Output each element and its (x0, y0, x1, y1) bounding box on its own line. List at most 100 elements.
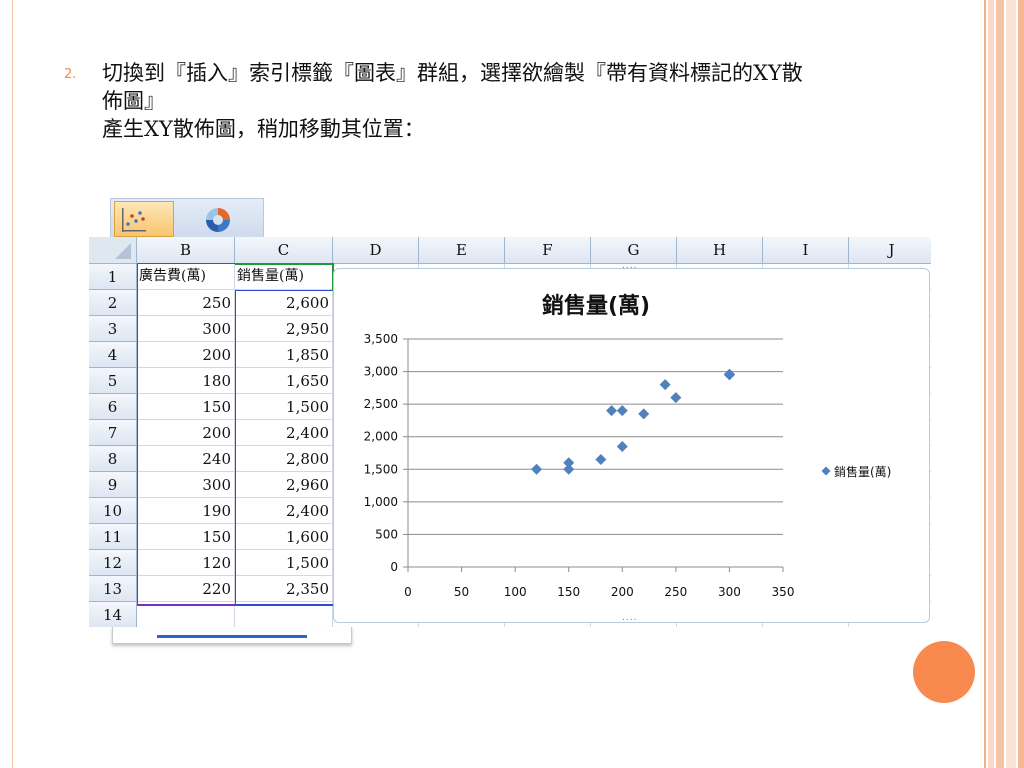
x-tick-label: 50 (454, 585, 469, 599)
slide-right-stripe (1006, 0, 1016, 768)
cell[interactable] (137, 602, 235, 627)
cell-b9[interactable]: 300 (137, 472, 235, 498)
row-header-2[interactable]: 2 (89, 290, 137, 316)
cell-b6[interactable]: 150 (137, 394, 235, 420)
column-header-j[interactable]: J (849, 237, 931, 264)
slide-right-stripe (1018, 0, 1024, 768)
x-tick-label: 250 (664, 585, 687, 599)
row-header-11[interactable]: 11 (89, 524, 137, 550)
legend-marker (821, 466, 831, 476)
cell-b8[interactable]: 240 (137, 446, 235, 472)
column-header-e[interactable]: E (419, 237, 505, 264)
scatter-chart-icon (122, 208, 146, 232)
y-tick-label: 1,000 (364, 495, 398, 509)
y-tick-label: 3,500 (364, 332, 398, 346)
y-tick-label: 3,000 (364, 365, 398, 379)
x-tick-label: 200 (611, 585, 634, 599)
row-header-4[interactable]: 4 (89, 342, 137, 368)
row-header-8[interactable]: 8 (89, 446, 137, 472)
x-tick-label: 150 (557, 585, 580, 599)
y-tick-label: 1,500 (364, 462, 398, 476)
cell[interactable] (235, 602, 333, 627)
data-point (670, 392, 682, 404)
data-point (595, 454, 607, 466)
data-point (616, 405, 628, 417)
slide-right-stripe (984, 0, 986, 768)
row-header-5[interactable]: 5 (89, 368, 137, 394)
cell-c4[interactable]: 1,850 (235, 342, 333, 368)
cell-b7[interactable]: 200 (137, 420, 235, 446)
scatter-chart-button[interactable] (114, 201, 174, 237)
cell-c13[interactable]: 2,350 (235, 576, 333, 602)
y-tick-label: 0 (390, 560, 398, 574)
column-header-h[interactable]: H (677, 237, 763, 264)
slide-left-border (0, 0, 13, 768)
row-header-6[interactable]: 6 (89, 394, 137, 420)
cell-c10[interactable]: 2,400 (235, 498, 333, 524)
cell-b10[interactable]: 190 (137, 498, 235, 524)
column-header-c[interactable]: C (235, 237, 333, 264)
row-header-13[interactable]: 13 (89, 576, 137, 602)
column-header-b[interactable]: B (137, 237, 235, 264)
cell-c6[interactable]: 1,500 (235, 394, 333, 420)
legend-label: 銷售量(萬) (834, 464, 891, 479)
select-all-corner[interactable] (89, 237, 137, 264)
cell-b12[interactable]: 120 (137, 550, 235, 576)
x-tick-label: 0 (404, 585, 412, 599)
data-point (531, 463, 543, 475)
scatter-chart[interactable]: 銷售量(萬) 0 500 1,000 1,500 2,000 2,500 3,000 3,500… (333, 261, 930, 623)
donut-chart-icon[interactable] (203, 205, 233, 235)
cell-c1[interactable]: 銷售量(萬) (235, 264, 333, 290)
y-tick-label: 500 (375, 527, 398, 541)
column-header-i[interactable]: I (763, 237, 849, 264)
row-header-7[interactable]: 7 (89, 420, 137, 446)
bullet-number: 2. (64, 67, 77, 82)
x-tick-label: 100 (504, 585, 527, 599)
cell-c7[interactable]: 2,400 (235, 420, 333, 446)
data-point (606, 405, 618, 417)
data-point (638, 408, 650, 420)
column-header-g[interactable]: G (591, 237, 677, 264)
chart-title: 銷售量(萬) (542, 293, 650, 319)
sheet-tab-strip[interactable] (112, 627, 352, 644)
cell-c2[interactable]: 2,600 (235, 290, 333, 316)
cell-b11[interactable]: 150 (137, 524, 235, 550)
y-tick-label: 2,000 (364, 430, 398, 444)
cell-b2[interactable]: 250 (137, 290, 235, 316)
instruction-line-2: 佈圖』 (102, 89, 165, 113)
chart-resize-handle-bottom[interactable]: .... (622, 613, 637, 623)
row-header-1[interactable]: 1 (89, 264, 137, 290)
data-point (616, 440, 628, 452)
ribbon-chart-group (110, 198, 264, 240)
row-header-10[interactable]: 10 (89, 498, 137, 524)
cell-b3[interactable]: 300 (137, 316, 235, 342)
instruction-line-1: 切換到『插入』索引標籤『圖表』群組，選擇欲繪製『帶有資料標記的XY散 (102, 61, 803, 85)
cell-b1[interactable]: 廣告費(萬) (137, 264, 235, 290)
chart-resize-handle-top[interactable]: .... (622, 261, 637, 271)
data-point (563, 457, 575, 469)
cell-c5[interactable]: 1,650 (235, 368, 333, 394)
x-tick-label: 300 (718, 585, 741, 599)
data-point (723, 368, 735, 380)
cell-b5[interactable]: 180 (137, 368, 235, 394)
column-header-d[interactable]: D (333, 237, 419, 264)
x-tick-label: 350 (772, 585, 795, 599)
cell-b4[interactable]: 200 (137, 342, 235, 368)
instruction-paragraph: 切換到『插入』索引標籤『圖表』群組，選擇欲繪製『帶有資料標記的XY散 佈圖』 產… (102, 59, 972, 143)
row-header-3[interactable]: 3 (89, 316, 137, 342)
cell-c11[interactable]: 1,600 (235, 524, 333, 550)
corner-triangle-icon (115, 243, 131, 259)
chart-canvas: 銷售量(萬)05001,0001,5002,0002,5003,0003,500… (364, 293, 892, 599)
cell-c8[interactable]: 2,800 (235, 446, 333, 472)
row-header-12[interactable]: 12 (89, 550, 137, 576)
slide-right-stripe (996, 0, 1004, 768)
sheet-tab-underline (157, 627, 307, 638)
cell-c12[interactable]: 1,500 (235, 550, 333, 576)
cell-c9[interactable]: 2,960 (235, 472, 333, 498)
column-header-f[interactable]: F (505, 237, 591, 264)
cell-b13[interactable]: 220 (137, 576, 235, 602)
row-header-9[interactable]: 9 (89, 472, 137, 498)
decorative-circle (913, 641, 975, 703)
cell-c3[interactable]: 2,950 (235, 316, 333, 342)
row-header-14[interactable]: 14 (89, 602, 137, 627)
